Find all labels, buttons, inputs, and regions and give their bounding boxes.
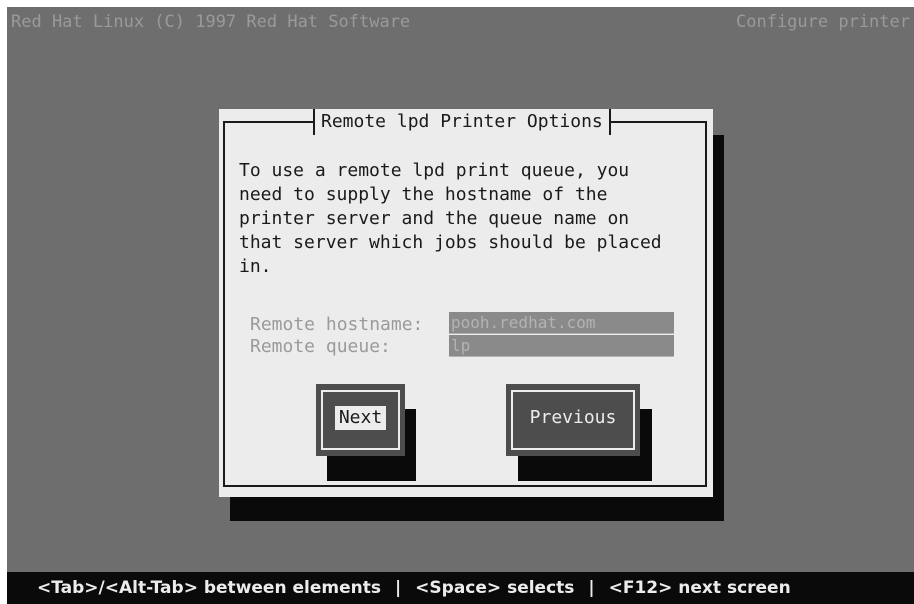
remote-hostname-label: Remote hostname:	[250, 314, 424, 335]
description-line: that server which jobs should be placed	[239, 232, 662, 253]
terminal-screen: Red Hat Linux (C) 1997 Red Hat Software …	[7, 7, 914, 604]
previous-button[interactable]: Previous	[506, 384, 640, 456]
f12-hint: <F12> next screen	[608, 578, 791, 598]
dialog-description: To use a remote lpd print queue, you nee…	[239, 159, 709, 279]
previous-button-frame: Previous	[511, 390, 635, 450]
hint-separator: |	[588, 578, 595, 598]
description-line: in.	[239, 256, 272, 277]
dialog-title: Remote lpd Printer Options	[313, 109, 611, 135]
next-button-label: Next	[334, 406, 387, 430]
next-button[interactable]: Next	[316, 384, 405, 456]
title-bar: Red Hat Linux (C) 1997 Red Hat Software …	[7, 7, 914, 37]
app-title: Red Hat Linux (C) 1997 Red Hat Software	[11, 12, 411, 32]
tab-hint: <Tab>/<Alt-Tab> between elements	[37, 578, 381, 598]
remote-queue-input[interactable]	[449, 335, 674, 357]
remote-queue-label: Remote queue:	[250, 336, 391, 357]
help-status-bar: <Tab>/<Alt-Tab> between elements | <Space>…	[7, 572, 914, 604]
next-button-frame: Next	[321, 390, 400, 450]
remote-lpd-dialog: Remote lpd Printer Options To use a remo…	[219, 109, 713, 497]
space-hint: <Space> selects	[415, 578, 575, 598]
hint-separator: |	[394, 578, 402, 598]
description-line: printer server and the queue name on	[239, 208, 630, 229]
description-line: need to supply the hostname of the	[239, 184, 608, 205]
status-hints: <Tab>/<Alt-Tab> between elements | <Space>…	[37, 572, 791, 604]
screen-title: Configure printer	[736, 12, 910, 32]
remote-hostname-input[interactable]	[449, 312, 674, 334]
description-line: To use a remote lpd print queue, you	[239, 160, 630, 181]
